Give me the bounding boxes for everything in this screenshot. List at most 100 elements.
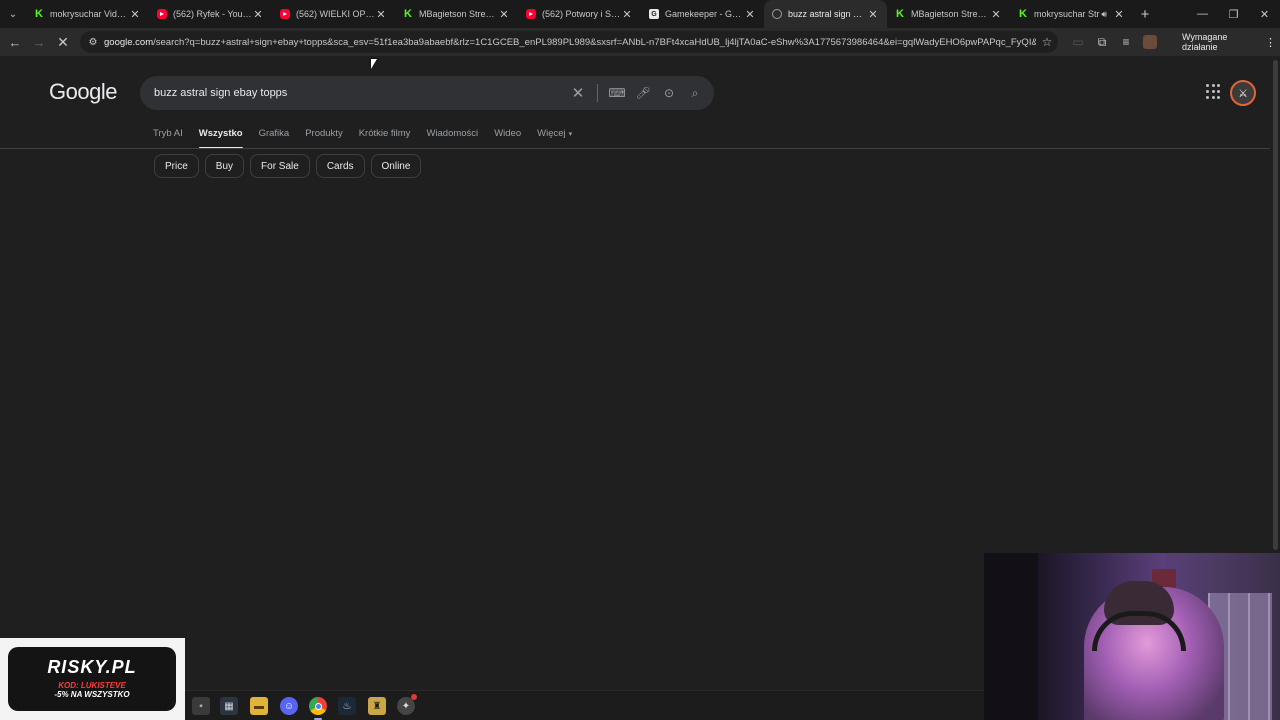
chevron-down-icon: ▾ [568,131,573,138]
google-loading-icon [772,9,782,19]
webcam-chair [984,553,1038,720]
file-explorer-icon[interactable]: ▬ [250,697,268,715]
profile-icon[interactable] [1143,35,1157,49]
search-box[interactable]: buzz astral sign ebay topps ✕ ⌨ 🎤︎ ⊙ ⌕ [140,76,714,110]
search-nav-tab[interactable]: Wszystko [198,128,243,149]
sponsor-code: KOD: LUKISTEVE [58,681,126,690]
tab-title: MBagietson Stream [911,9,990,19]
search-divider [597,84,598,102]
refinement-chip[interactable]: Buy [204,154,245,178]
restore-icon[interactable]: ❐ [1218,0,1249,28]
search-nav-tab[interactable]: Grafika [259,128,290,148]
audio-icon[interactable]: 🔊︎ [1101,9,1107,20]
clear-icon[interactable]: ✕ [565,80,591,106]
close-tab-icon[interactable]: ✕ [252,8,264,21]
stop-loading-icon[interactable]: ✕ [51,30,75,54]
address-url: google.com/search?q=buzz+astral+sign+eba… [104,36,1036,48]
youtube-icon [157,9,167,19]
close-tab-icon[interactable]: ✕ [621,8,633,21]
media-control-icon[interactable]: ≡ [1114,32,1138,52]
browser-tab-strip: ⌄ Kmokrysuchar Videos ✕ (562) Ryfek - YouT… [0,0,1280,28]
search-nav-tab-label: Grafika [258,128,290,139]
chrome-icon[interactable] [309,697,327,720]
tab-title: mokrysuchar Str [1034,9,1100,19]
close-window-icon[interactable]: ✕ [1249,0,1280,28]
google-logo[interactable]: Google [49,79,117,105]
forward-icon[interactable]: → [27,30,51,54]
refinement-chip[interactable]: Cards [315,154,365,178]
refinement-chip[interactable]: Price [154,154,199,178]
close-tab-icon[interactable]: ✕ [990,8,1002,21]
mouse-cursor [371,59,377,69]
extensions-icon[interactable]: ⧉ [1090,32,1114,52]
search-nav-tab-label: Wszystko [198,128,243,139]
media-icon[interactable]: ▦ [220,697,238,715]
search-nav-tab[interactable]: Więcej ▾ [537,128,572,148]
sponsor-badge: RISKY.PL KOD: LUKISTEVE -5% NA WSZYSTKO [8,647,176,711]
menu-icon[interactable]: ⋮ [1265,36,1276,49]
refinement-chip[interactable]: Online [370,154,422,178]
browser-tab[interactable]: K MBagietson Stream ✕ [887,0,1010,28]
window-controls: — ❐ ✕ [1187,0,1280,28]
search-input[interactable]: buzz astral sign ebay topps [154,87,565,99]
action-required-label: Wymagane działanie [1182,32,1228,52]
action-required-button[interactable]: Wymagane działanie ⋮ [1178,32,1280,52]
tab-title: buzz astral sign ebay [788,9,867,19]
search-nav-tabs: Tryb AI Wszystko Grafika Produkty Krótkie fi… [153,128,588,149]
sponsor-discount: -5% NA WSZYSTKO [54,690,130,699]
search-nav-tab[interactable]: Tryb AI [153,128,183,148]
browser-tab[interactable]: buzz astral sign ebay ✕ [764,0,887,28]
address-bar[interactable]: ⚙ google.com/search?q=buzz+astral+sign+e… [80,31,1058,53]
scrollbar-thumb[interactable] [1273,60,1278,550]
webcam-overlay [984,553,1280,720]
refinement-chip[interactable]: For Sale [250,154,310,178]
new-tab-icon[interactable]: + [1133,6,1157,23]
page-scrollbar[interactable] [1270,56,1280,556]
steam-icon[interactable]: ♨ [338,697,356,715]
bookmark-star-icon[interactable]: ☆ [1036,35,1058,49]
search-nav-tab-label: Wiadomości [426,128,479,139]
browser-tab[interactable]: G Gamekeeper - Gry pl ✕ [641,0,764,28]
discord-icon[interactable]: ☺ [280,697,298,715]
google-apps-icon[interactable] [1206,84,1222,100]
site-info-icon[interactable]: ⚙ [86,35,100,49]
search-nav-tab-label: Więcej [537,128,566,139]
close-tab-icon[interactable]: ✕ [867,8,879,21]
search-nav-tab[interactable]: Wideo [494,128,521,148]
nav-divider [0,148,1272,149]
search-nav-tab[interactable]: Produkty [305,128,343,148]
youtube-icon [280,9,290,19]
search-nav-tab-label: Krótkie filmy [358,128,411,139]
tab-search-icon[interactable]: ⌄ [0,0,26,28]
kick-icon: K [35,8,43,20]
close-tab-icon[interactable]: ✕ [129,8,141,21]
lens-icon[interactable]: ⊙ [656,80,682,106]
tab-list: Kmokrysuchar Videos✕(562) Ryfek - YouTub… [26,0,1133,28]
search-nav-tab[interactable]: Wiadomości [426,128,478,148]
microphone-icon[interactable]: 🎤︎ [630,80,656,106]
browser-tab[interactable]: (562) Potwory i Spółka✕ [518,0,641,28]
browser-tab[interactable]: Kmokrysuchar Videos ✕ [26,0,149,28]
kick-icon: K [1019,8,1027,20]
account-avatar[interactable]: ⚔ [1230,80,1256,106]
minimize-icon[interactable]: — [1187,0,1218,28]
close-tab-icon[interactable]: ✕ [744,8,756,21]
app-alert-icon[interactable]: ✦ [397,694,417,715]
search-icon[interactable]: ⌕ [682,80,708,106]
cast-icon[interactable]: ▭ [1066,32,1090,52]
close-tab-icon[interactable]: ✕ [375,8,387,21]
sponsor-brand: RISKY.PL [47,657,137,677]
keyboard-icon[interactable]: ⌨ [604,80,630,106]
game-icon[interactable]: ♜ [368,697,386,715]
browser-tab[interactable]: (562) Ryfek - YouTube✕ [149,0,272,28]
tab-title: mokrysuchar Videos [50,9,129,19]
browser-tab[interactable]: (562) WIELKI OPENING✕ [272,0,395,28]
close-tab-icon[interactable]: ✕ [498,8,510,21]
back-icon[interactable]: ← [3,30,27,54]
app-icon[interactable]: ▪ [192,697,210,715]
browser-tab[interactable]: K MBagietson Stream - ✕ [395,0,518,28]
close-tab-icon[interactable]: ✕ [1113,8,1125,21]
search-nav-tab[interactable]: Krótkie filmy [359,128,411,148]
search-nav-tab-label: Wideo [494,128,522,139]
browser-tab[interactable]: Kmokrysuchar Str 🔊︎ ✕ [1010,0,1133,28]
